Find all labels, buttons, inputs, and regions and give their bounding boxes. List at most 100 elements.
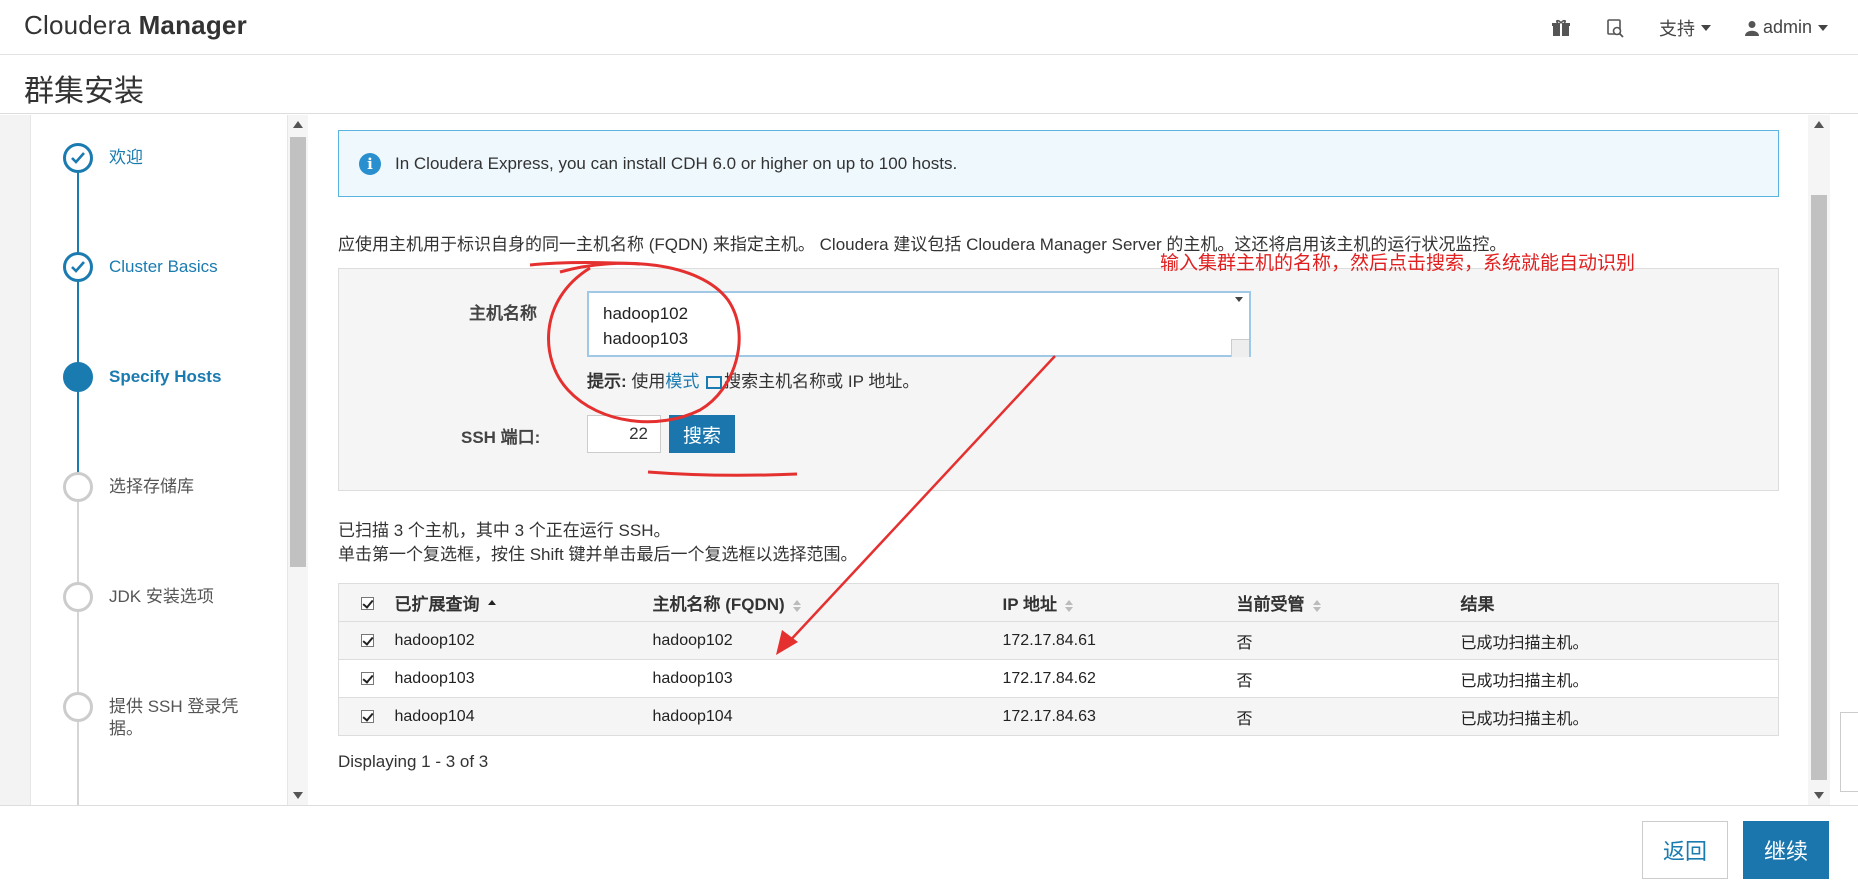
back-button[interactable]: 返回 [1642,821,1728,879]
caret-down-icon [1700,24,1711,31]
top-navbar: Cloudera Manager 支持 admin [0,0,1858,55]
cell-fqdn: hadoop102 [652,621,1003,660]
cell-result: 已成功扫描主机。 [1460,621,1779,660]
ssh-port-label: SSH 端口: [461,428,541,447]
support-menu-label: 支持 [1658,18,1695,39]
row-checkbox[interactable] [361,709,374,723]
scan-summary: 已扫描 3 个主机，其中 3 个正在运行 SSH。 单击第一个复选框，按住 Sh… [338,519,857,567]
wizard-step-jdk-options: JDK 安装选项 [63,582,283,612]
running-commands-button[interactable] [1605,18,1625,38]
pending-step-indicator [63,692,93,722]
wizard-step-label: 选择存储库 [109,477,194,496]
wizard-remaining-line [77,500,79,805]
hostnames-textarea[interactable]: hadoop102 hadoop103 hadoop104 [587,291,1251,357]
cell-result: 已成功扫描主机。 [1460,659,1779,698]
col-header-managed[interactable]: 当前受管 [1236,583,1461,622]
wizard-step-label: 欢迎 [109,148,143,167]
pattern-icon [706,376,723,390]
scroll-up-icon[interactable] [293,121,303,128]
sort-icon [792,599,801,612]
host-results-table: 已扩展查询 主机名称 (FQDN) IP 地址 当前受管 结果 hadoop10… [338,583,1779,736]
support-menu[interactable]: 支持 [1659,15,1711,41]
wizard-step-specify-hosts[interactable]: Specify Hosts [63,362,283,392]
cell-result: 已成功扫描主机。 [1460,697,1779,736]
wizard-step-label: Specify Hosts [109,367,222,386]
user-icon [1744,20,1759,36]
wizard-sidebar: 欢迎 Cluster Basics Specify Hosts 选择存储库 JD… [0,115,308,805]
col-header-ip[interactable]: IP 地址 [1002,583,1237,622]
caret-down-icon [1818,24,1828,31]
page-title: 群集安装 [24,75,144,108]
sort-icon [1312,599,1321,612]
cell-managed: 否 [1236,621,1461,660]
info-message: In Cloudera Express, you can install CDH… [395,153,958,173]
textarea-scroll-icon [1235,297,1243,302]
cell-ip: 172.17.84.62 [1002,659,1237,698]
host-search-panel: 主机名称 hadoop102 hadoop103 hadoop104 提示: 使… [338,268,1779,491]
scan-result-text: 已扫描 3 个主机，其中 3 个正在运行 SSH。 [338,521,671,540]
row-checkbox[interactable] [361,633,374,647]
wizard-step-select-repository: 选择存储库 [63,472,283,502]
select-all-checkbox[interactable] [361,596,374,610]
gift-icon [1551,19,1570,36]
row-checkbox-cell [338,659,395,698]
scrollbar-thumb[interactable] [290,137,306,567]
check-icon [63,252,93,282]
ssh-port-input[interactable]: 22 [587,415,661,453]
tutorial-annotation: 输入集群主机的名称，然后点击搜索，系统就能自动识别 [1160,253,1636,274]
scroll-up-icon[interactable] [1814,121,1824,128]
current-step-indicator [63,362,93,392]
cell-query: hadoop102 [394,621,653,660]
row-checkbox-cell [338,621,395,660]
pending-step-indicator [63,472,93,502]
main-content: i In Cloudera Express, you can install C… [308,115,1808,805]
check-icon [63,143,93,173]
sort-icon [1064,599,1073,612]
brand-logo[interactable]: Cloudera Manager [24,10,247,41]
search-button[interactable]: 搜索 [669,415,735,453]
info-alert: i In Cloudera Express, you can install C… [338,130,1779,197]
cell-ip: 172.17.84.61 [1002,621,1237,660]
whats-new-button[interactable] [1551,18,1571,38]
search-hosts-icon [1607,18,1624,38]
table-row[interactable]: hadoop102 hadoop102 172.17.84.61 否 已成功扫描… [338,621,1779,660]
nav-right: 支持 admin [1551,0,1828,55]
row-checkbox-cell [338,697,395,736]
wizard-scrollbar[interactable] [288,115,308,805]
brand-name-light: Cloudera [24,10,132,40]
table-row[interactable]: hadoop103 hadoop103 172.17.84.62 否 已成功扫描… [338,659,1779,698]
user-menu[interactable]: admin [1744,17,1828,38]
wizard-step-ssh-credentials: 提供 SSH 登录凭据。 [63,692,263,740]
cell-query: hadoop103 [394,659,653,698]
col-header-fqdn[interactable]: 主机名称 (FQDN) [652,583,1003,622]
wizard-step-cluster-basics[interactable]: Cluster Basics [63,252,283,282]
cell-managed: 否 [1236,659,1461,698]
wizard-step-label: JDK 安装选项 [109,587,214,606]
hint-pre: 使用 [631,372,666,391]
hostname-label: 主机名称 [469,304,537,323]
scroll-down-icon[interactable] [1814,792,1824,799]
resize-handle-icon[interactable] [1231,339,1249,357]
user-menu-label: admin [1762,17,1812,37]
search-hint: 提示: 使用模式 搜索主机名称或 IP 地址。 [587,367,919,392]
wizard-step-label: 提供 SSH 登录凭据。 [109,697,239,738]
scroll-down-icon[interactable] [293,792,303,799]
sort-asc-icon [487,599,496,612]
continue-button[interactable]: 继续 [1743,821,1829,879]
range-select-hint: 单击第一个复选框，按住 Shift 键并单击最后一个复选框以选择范围。 [338,545,858,564]
pagination-summary: Displaying 1 - 3 of 3 [338,752,489,771]
scrollbar-thumb[interactable] [1811,195,1827,780]
row-checkbox[interactable] [361,671,374,685]
cell-fqdn: hadoop104 [652,697,1003,736]
cell-fqdn: hadoop103 [652,659,1003,698]
cell-query: hadoop104 [394,697,653,736]
wizard-footer: 返回 继续 [0,805,1858,881]
col-header-result: 结果 [1460,583,1779,622]
main-scrollbar[interactable] [1808,115,1830,805]
table-row[interactable]: hadoop104 hadoop104 172.17.84.63 否 已成功扫描… [338,697,1779,736]
pattern-link[interactable]: 模式 [665,372,699,391]
feedback-tab[interactable] [1840,712,1858,792]
col-header-query[interactable]: 已扩展查询 [394,583,653,622]
wizard-step-label: Cluster Basics [109,257,218,276]
wizard-step-welcome[interactable]: 欢迎 [63,143,283,173]
